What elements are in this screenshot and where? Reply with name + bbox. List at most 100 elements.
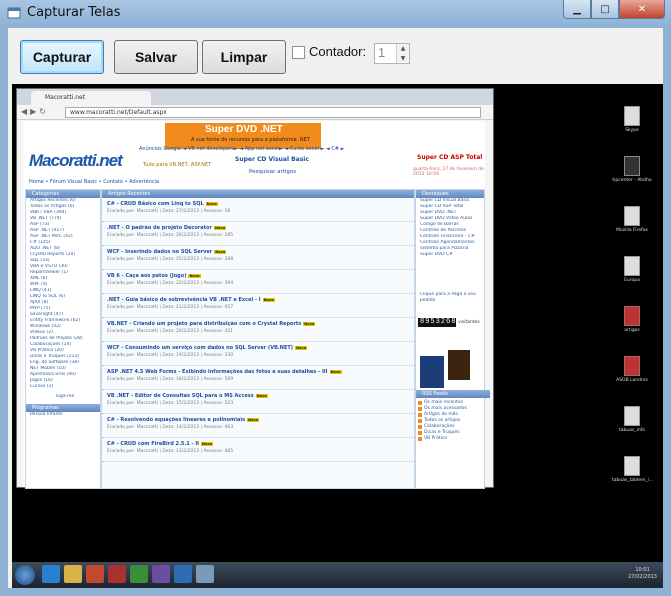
highlights-list: Super CD Visual Basic Super CD ASP Total S… (416, 198, 484, 258)
article-meta: Enviado por: Macoratti | Data: 14/2/2013… (107, 425, 234, 430)
clear-button[interactable]: Limpar (202, 40, 286, 74)
article-title: WCF - Inserindo dados no SQL Server Novo (107, 246, 414, 255)
new-badge: Novo (213, 226, 226, 230)
article-meta: Enviado por: Macoratti | Data: 19/2/2013… (107, 353, 234, 358)
banner-title: Super DVD .NET (205, 124, 283, 135)
new-badge: Novo (205, 202, 218, 206)
desktop-shortcut[interactable]: Mozilla Firefox (612, 206, 652, 233)
site-logo: Macoratti.net (29, 151, 123, 170)
article-item: .NET - Guia básico de sobrevivência VB .… (102, 294, 414, 318)
programs-item: Pessoa Infantil (30, 412, 63, 417)
stepper-down-icon[interactable]: ▼ (401, 55, 406, 62)
capture-button[interactable]: Capturar (20, 40, 104, 74)
new-badge: Novo (329, 370, 342, 374)
promo-link: Super CD Visual Basic (235, 156, 309, 163)
search-articles-link: Pesquisar artigos (249, 169, 297, 175)
visitor-counter-label: visitantes (458, 320, 480, 325)
desktop-shortcut-label: Europa (624, 278, 640, 283)
desktop-shortcut[interactable]: artigos (612, 306, 652, 333)
desktop-shortcut-label: tipcenter - Atalho (612, 178, 652, 183)
counter-label: Contador: (309, 44, 367, 59)
new-badge: Novo (214, 250, 227, 254)
article-meta: Enviado por: Macoratti | Data: 15/2/2013… (107, 401, 234, 406)
desktop-shortcut[interactable]: Europa (612, 256, 652, 283)
article-meta: Enviado por: Macoratti | Data: 13/2/2013… (107, 449, 234, 454)
clock-date: 27/02/2013 (628, 574, 657, 580)
word-icon[interactable] (174, 565, 192, 583)
captured-screenshot: Macoratti.net ◀▶↻ www.macoratti.net/Defa… (12, 84, 663, 588)
app-icon[interactable] (108, 565, 126, 583)
minimize-button[interactable]: ▁ (563, 0, 591, 19)
save-button[interactable]: Salvar (114, 40, 198, 74)
article-title-text: WCF - Consumindo um serviço com dados no… (107, 345, 294, 351)
programs-heading: Programas (26, 404, 100, 412)
book-cover-image (420, 356, 444, 388)
new-badge: Novo (295, 346, 308, 350)
article-title-text: C# - CRUD com FireBird 2.5.1 - II (107, 441, 200, 447)
desktop-shortcut[interactable]: tabuas_tablem_i... (612, 456, 653, 483)
new-badge: Novo (303, 322, 316, 326)
article-title: ASP .NET 4.5 Web Forms - Exibindo inform… (107, 366, 414, 375)
shortcut-icon (624, 156, 640, 176)
desktop-shortcut-label: Skype (625, 128, 639, 133)
desktop-shortcut[interactable]: Skype (612, 106, 652, 133)
article-item: C# - CRUD com FireBird 2.5.1 - II Novo Env… (102, 438, 414, 462)
counter-stepper[interactable]: 1 ▲ ▼ (374, 43, 410, 64)
article-item: VB.NET - Criando um projeto para distrib… (102, 318, 414, 342)
article-title-text: C# - CRUD Básico com Linq to SQL (107, 201, 204, 207)
article-title: C# - CRUD com FireBird 2.5.1 - II Novo (107, 438, 414, 447)
visual-studio-icon[interactable] (152, 565, 170, 583)
rss-heading: RSS Feeds (416, 390, 490, 398)
desktop-shortcut-label: ASOB Londres (616, 378, 648, 383)
article-title-text: VB 6 - Caça aos patos (Jogo) (107, 273, 187, 279)
follow-link: Siga-me (55, 394, 75, 399)
categories-heading: Categorias (26, 190, 100, 198)
desktop-shortcut[interactable]: tipcenter - Atalho (612, 156, 652, 183)
article-item: .NET - O padrão de projeto Decorator Novo… (102, 222, 414, 246)
article-title: C# - CRUD Básico com Linq to SQL Novo (107, 198, 414, 207)
app-window: Capturar Telas ▁ □ ✕ Capturar Salvar Lim… (0, 0, 671, 596)
category-link: Cursos (3) (30, 384, 54, 389)
browser-tab: Macoratti.net (31, 91, 151, 105)
chrome-icon[interactable] (130, 565, 148, 583)
ad-links: Anúncios Google ◄ VB net developers► ◄ A… (139, 146, 345, 152)
article-title-text: VB .NET - Editor de Consultas SQL para o… (107, 393, 254, 399)
maximize-button[interactable]: □ (591, 0, 619, 19)
desktop-background: Macoratti.net ◀▶↻ www.macoratti.net/Defa… (12, 84, 663, 588)
article-meta: Enviado por: Macoratti | Data: 22/2/2013… (107, 281, 234, 286)
media-icon[interactable] (86, 565, 104, 583)
counter-checkbox[interactable] (292, 46, 305, 59)
browser-nav-icons: ◀▶↻ (21, 107, 50, 116)
start-button[interactable] (15, 565, 35, 585)
article-title: C# - Resolvendo equações lineares e poli… (107, 414, 414, 423)
folder-icon[interactable] (64, 565, 82, 583)
article-meta: Enviado por: Macoratti | Data: 20/2/2013… (107, 329, 234, 334)
browser-window: Macoratti.net ◀▶↻ www.macoratti.net/Defa… (16, 88, 494, 489)
article-title: VB 6 - Caça aos patos (Jogo) Novo (107, 270, 414, 279)
desktop-shortcut-label: artigos (624, 328, 640, 333)
browser-url: www.macoratti.net/Default.aspx (65, 107, 481, 118)
browser-address-bar: ◀▶↻ www.macoratti.net/Default.aspx (17, 105, 493, 120)
system-clock[interactable]: 10:01 27/02/2013 (628, 567, 657, 581)
window-title: Capturar Telas (27, 5, 121, 20)
article-title-text: WCF - Inserindo dados no SQL Server (107, 249, 213, 255)
categories-list: Artigos Recentes (6) Todos os Artigos (6)… (26, 198, 100, 390)
desktop-shortcut[interactable]: tabuas_info (612, 406, 652, 433)
article-item: ASP .NET 4.5 Web Forms - Exibindo inform… (102, 366, 414, 390)
desktop-shortcut-label: Mozilla Firefox (616, 228, 648, 233)
document-icon (624, 306, 640, 326)
article-title: .NET - Guia básico de sobrevivência VB .… (107, 294, 414, 303)
site-tagline: Tudo para VB.NET, ASP.NET (143, 162, 212, 168)
ie-icon[interactable] (42, 565, 60, 583)
article-title: VB .NET - Editor de Consultas SQL para o… (107, 390, 414, 399)
title-bar[interactable]: Capturar Telas ▁ □ ✕ (0, 0, 671, 28)
banner-subtitle: A sua fonte de recursos para a plataform… (191, 137, 310, 143)
stepper-up-icon[interactable]: ▲ (401, 45, 406, 52)
article-title-text: ASP .NET 4.5 Web Forms - Exibindo inform… (107, 369, 328, 375)
window-icon[interactable] (196, 565, 214, 583)
article-title: .NET - O padrão de projeto Decorator Novo (107, 222, 414, 231)
counter-value[interactable]: 1 (378, 45, 385, 60)
browser-tabbar: Macoratti.net (17, 89, 493, 105)
desktop-shortcut[interactable]: ASOB Londres (612, 356, 652, 383)
close-button[interactable]: ✕ (619, 0, 665, 19)
